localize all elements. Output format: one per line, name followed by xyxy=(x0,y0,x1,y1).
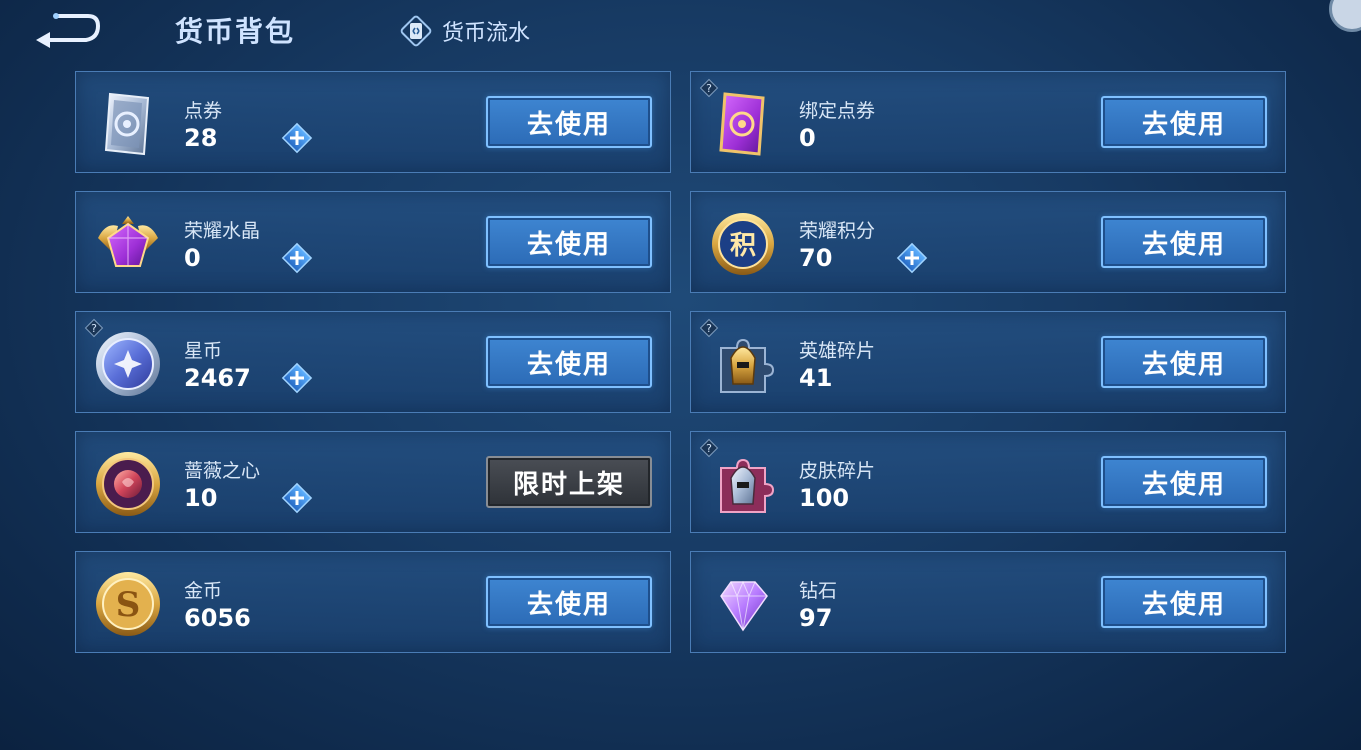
currency-card-skin-fragment: ? 皮肤碎片 100 去使用 xyxy=(690,431,1286,533)
settings-corner-button[interactable] xyxy=(1329,0,1361,32)
currency-name: 荣耀积分 xyxy=(799,220,876,242)
svg-text:S: S xyxy=(116,585,141,625)
currency-card-rose-heart: 蔷薇之心 10 限时上架 xyxy=(75,431,671,533)
currency-amount: 0 xyxy=(184,244,201,272)
currency-card-glory-points: 积 荣耀积分 70 去使用 xyxy=(690,191,1286,293)
currency-card-voucher: 点券 28 去使用 xyxy=(75,71,671,173)
rose-heart-icon xyxy=(96,452,160,516)
currency-name: 星币 xyxy=(184,340,223,362)
glory-crystal-icon xyxy=(98,216,158,267)
currency-card-bound-voucher: ? 绑定点券 0 去使用 xyxy=(690,71,1286,173)
bound-voucher-icon xyxy=(719,92,765,156)
hero-fragment-icon xyxy=(720,338,775,393)
top-bar: 货币背包 货币流水 xyxy=(0,0,1361,62)
use-voucher-button[interactable]: 去使用 xyxy=(486,96,652,148)
currency-name: 钻石 xyxy=(799,580,838,602)
back-arrow-icon xyxy=(36,13,101,48)
currency-amount: 70 xyxy=(799,244,833,272)
use-hero-fragment-button[interactable]: 去使用 xyxy=(1101,336,1267,388)
add-rose-heart-button[interactable] xyxy=(279,480,315,516)
currency-name: 英雄碎片 xyxy=(799,340,876,362)
currency-card-star-coin: ? 星币 2467 去使用 xyxy=(75,311,671,413)
use-skin-fragment-button[interactable]: 去使用 xyxy=(1101,456,1267,508)
back-button[interactable] xyxy=(26,10,102,50)
voucher-icon xyxy=(104,92,150,156)
currency-amount: 97 xyxy=(799,604,833,632)
use-gold-coin-button[interactable]: 去使用 xyxy=(486,576,652,628)
currency-name: 蔷薇之心 xyxy=(184,460,261,482)
flow-label: 货币流水 xyxy=(442,21,531,46)
gold-coin-icon: S xyxy=(96,572,160,636)
flow-icon xyxy=(400,15,432,47)
use-glory-crystal-button[interactable]: 去使用 xyxy=(486,216,652,268)
currency-name: 皮肤碎片 xyxy=(799,460,876,482)
currency-card-hero-fragment: ? 英雄碎片 41 去使用 xyxy=(690,311,1286,413)
page-title: 货币背包 xyxy=(175,15,296,48)
currency-amount: 6056 xyxy=(184,604,251,632)
currency-name: 绑定点券 xyxy=(799,100,876,122)
glory-points-icon: 积 xyxy=(712,213,774,275)
use-bound-voucher-button[interactable]: 去使用 xyxy=(1101,96,1267,148)
add-glory-crystal-button[interactable] xyxy=(279,240,315,276)
svg-text:积: 积 xyxy=(730,231,756,261)
currency-amount: 100 xyxy=(799,484,850,512)
currency-name: 金币 xyxy=(184,580,223,602)
diamond-icon xyxy=(720,580,768,632)
limited-listing-button[interactable]: 限时上架 xyxy=(486,456,652,508)
skin-fragment-icon xyxy=(720,458,775,513)
use-glory-points-button[interactable]: 去使用 xyxy=(1101,216,1267,268)
star-coin-icon xyxy=(96,332,160,396)
currency-amount: 41 xyxy=(799,364,833,392)
currency-name: 点券 xyxy=(184,100,223,122)
currency-amount: 10 xyxy=(184,484,218,512)
currency-name: 荣耀水晶 xyxy=(184,220,261,242)
currency-amount: 0 xyxy=(799,124,816,152)
add-glory-points-button[interactable] xyxy=(894,240,930,276)
currency-amount: 2467 xyxy=(184,364,251,392)
currency-flow-link[interactable]: 货币流水 xyxy=(400,14,530,48)
add-star-coin-button[interactable] xyxy=(279,360,315,396)
currency-amount: 28 xyxy=(184,124,218,152)
use-star-coin-button[interactable]: 去使用 xyxy=(486,336,652,388)
currency-card-glory-crystal: 荣耀水晶 0 去使用 xyxy=(75,191,671,293)
add-voucher-button[interactable] xyxy=(279,120,315,156)
use-diamond-button[interactable]: 去使用 xyxy=(1101,576,1267,628)
currency-card-gold-coin: S 金币 6056 去使用 xyxy=(75,551,671,653)
currency-card-diamond: 钻石 97 去使用 xyxy=(690,551,1286,653)
